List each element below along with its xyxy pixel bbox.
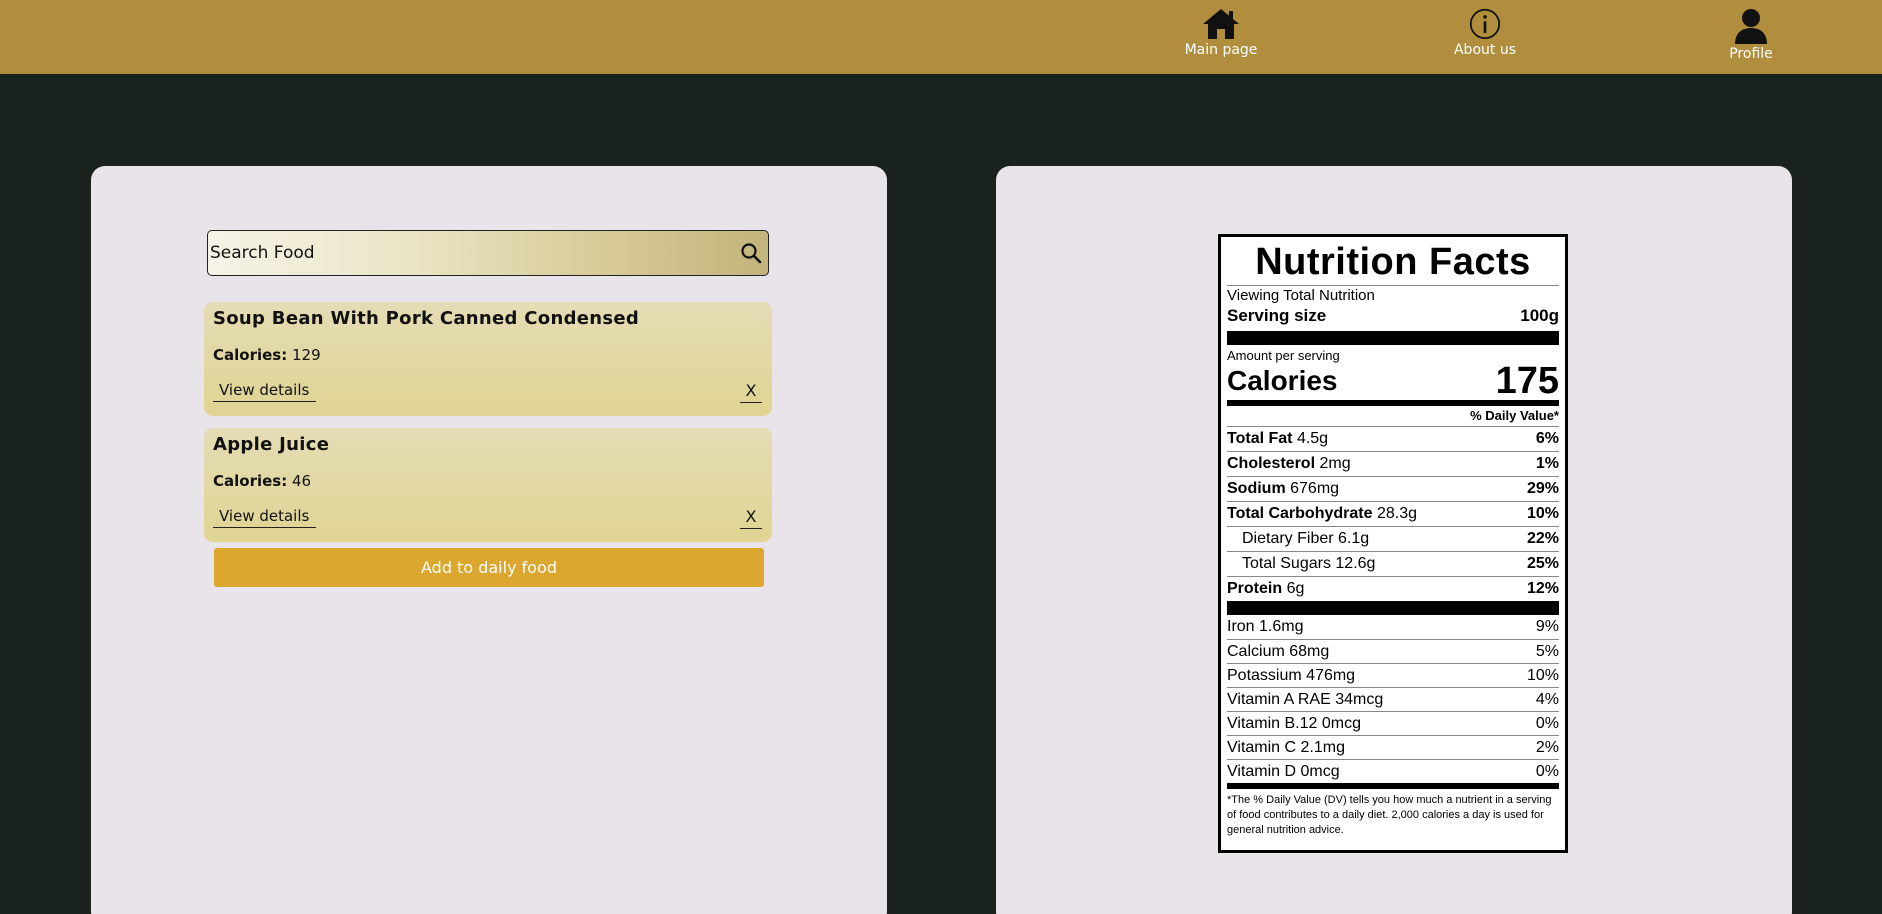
nutrient-row: Cholesterol 2mg 1% <box>1227 451 1559 476</box>
remove-food-button[interactable]: X <box>740 507 762 529</box>
serving-size-label: Serving size <box>1227 306 1327 325</box>
nutrient-row: Dietary Fiber 6.1g 22% <box>1227 526 1559 551</box>
top-navigation-bar: Main page About us Profile <box>0 0 1882 74</box>
nutrition-facts-label: Nutrition Facts Viewing Total Nutrition … <box>1218 234 1568 853</box>
mineral-row: Vitamin D 0mcg 0% <box>1227 759 1559 783</box>
nutrient-dv: 10% <box>1526 505 1559 522</box>
mineral-dv: 9% <box>1535 618 1559 635</box>
add-to-daily-food-button[interactable]: Add to daily food <box>214 548 764 587</box>
mineral-dv: 0% <box>1535 714 1559 732</box>
search-icon[interactable] <box>740 242 762 264</box>
serving-size-value: 100g <box>1520 306 1559 325</box>
food-calories: Calories: 46 <box>213 472 311 490</box>
mineral-label: Potassium 476mg <box>1227 666 1356 684</box>
mineral-row: Potassium 476mg 10% <box>1227 663 1559 687</box>
nutrient-row: Protein 6g 12% <box>1227 576 1559 601</box>
mineral-row: Vitamin C 2.1mg 2% <box>1227 735 1559 759</box>
nutrient-name: Total Fat <box>1227 430 1293 447</box>
nutrient-dv: 29% <box>1526 480 1559 497</box>
nav-profile[interactable]: Profile <box>1691 8 1811 62</box>
nutrient-name: Sodium <box>1227 480 1286 497</box>
mineral-dv: 0% <box>1535 762 1559 780</box>
nutrient-name: Total Sugars <box>1242 555 1331 572</box>
minerals-list: Iron 1.6mg 9% Calcium 68mg 5% Potassium … <box>1227 615 1559 783</box>
home-icon <box>1203 9 1239 39</box>
nutrient-row: Sodium 676mg 29% <box>1227 476 1559 501</box>
nutrient-dv: 1% <box>1535 455 1559 472</box>
calories-label: Calories <box>1227 365 1338 396</box>
nav-main-page-label: Main page <box>1184 42 1258 58</box>
divider <box>1227 601 1559 615</box>
mineral-label: Vitamin C 2.1mg <box>1227 738 1345 756</box>
mineral-row: Iron 1.6mg 9% <box>1227 615 1559 639</box>
mineral-label: Calcium 68mg <box>1227 642 1330 660</box>
nutrient-dv: 6% <box>1535 430 1559 447</box>
food-list-panel: Soup Bean With Pork Canned Condensed Cal… <box>91 166 887 914</box>
view-details-button[interactable]: View details <box>213 381 316 402</box>
search-input[interactable] <box>210 231 730 274</box>
food-name: Soup Bean With Pork Canned Condensed <box>213 308 640 329</box>
nav-main-page[interactable]: Main page <box>1161 8 1281 58</box>
nutrient-dv: 22% <box>1526 530 1559 547</box>
calories-value: 129 <box>292 346 321 364</box>
nutrient-amount: 6g <box>1286 580 1305 597</box>
nutrient-amount: 6.1g <box>1338 530 1370 547</box>
food-card: Apple Juice Calories: 46 View details X <box>204 428 772 542</box>
daily-value-header: % Daily Value* <box>1470 408 1559 423</box>
nutrient-amount: 4.5g <box>1296 430 1329 447</box>
food-card: Soup Bean With Pork Canned Condensed Cal… <box>204 302 772 416</box>
mineral-row: Calcium 68mg 5% <box>1227 639 1559 663</box>
mineral-dv: 10% <box>1526 666 1559 684</box>
divider <box>1227 783 1559 789</box>
mineral-row: Vitamin B.12 0mcg 0% <box>1227 711 1559 735</box>
nutrient-dv: 12% <box>1526 580 1559 597</box>
nutrient-row: Total Carbohydrate 28.3g 10% <box>1227 501 1559 526</box>
nav-about-us[interactable]: About us <box>1425 8 1545 58</box>
nutrition-panel: Nutrition Facts Viewing Total Nutrition … <box>996 166 1792 914</box>
divider <box>1227 331 1559 345</box>
nutrient-amount: 2mg <box>1319 455 1351 472</box>
mineral-row: Vitamin A RAE 34mcg 4% <box>1227 687 1559 711</box>
mineral-label: Vitamin D 0mcg <box>1227 762 1340 780</box>
calories-label: Calories: <box>213 472 288 490</box>
divider <box>1227 285 1559 286</box>
nutrient-name: Dietary Fiber <box>1242 530 1334 547</box>
nav-about-us-label: About us <box>1453 42 1516 58</box>
mineral-label: Vitamin A RAE 34mcg <box>1227 690 1384 708</box>
viewing-text: Viewing Total Nutrition <box>1227 287 1375 304</box>
mineral-dv: 4% <box>1535 690 1559 708</box>
nutrient-amount: 676mg <box>1290 480 1340 497</box>
mineral-label: Vitamin B.12 0mcg <box>1227 714 1361 732</box>
nav-profile-label: Profile <box>1729 46 1773 62</box>
mineral-dv: 5% <box>1535 642 1559 660</box>
serving-size-row: Serving size 100g <box>1227 305 1559 327</box>
calories-label: Calories: <box>213 346 288 364</box>
calories-value: 46 <box>292 472 312 490</box>
remove-food-button[interactable]: X <box>740 381 762 403</box>
nutrient-row: Total Fat 4.5g 6% <box>1227 426 1559 451</box>
nutrient-dv: 25% <box>1526 555 1559 572</box>
food-calories: Calories: 129 <box>213 346 321 364</box>
calories-value: 175 <box>1495 360 1559 402</box>
info-icon <box>1469 8 1501 40</box>
nutrient-name: Cholesterol <box>1227 455 1316 472</box>
nutrient-row: Total Sugars 12.6g 25% <box>1227 551 1559 576</box>
search-box <box>207 230 769 276</box>
nutrient-amount: 28.3g <box>1376 505 1417 522</box>
daily-value-footnote: *The % Daily Value (DV) tells you how mu… <box>1227 794 1552 836</box>
user-icon <box>1735 9 1767 44</box>
mineral-label: Iron 1.6mg <box>1227 618 1304 635</box>
view-details-button[interactable]: View details <box>213 507 316 528</box>
nutrient-amount: 12.6g <box>1335 555 1376 572</box>
mineral-dv: 2% <box>1535 738 1559 756</box>
food-name: Apple Juice <box>213 434 330 455</box>
calories-row: Calories 175 <box>1227 360 1559 402</box>
nutrient-name: Protein <box>1227 580 1283 597</box>
nutrition-title: Nutrition Facts <box>1255 241 1531 283</box>
nutrient-name: Total Carbohydrate <box>1227 505 1373 522</box>
